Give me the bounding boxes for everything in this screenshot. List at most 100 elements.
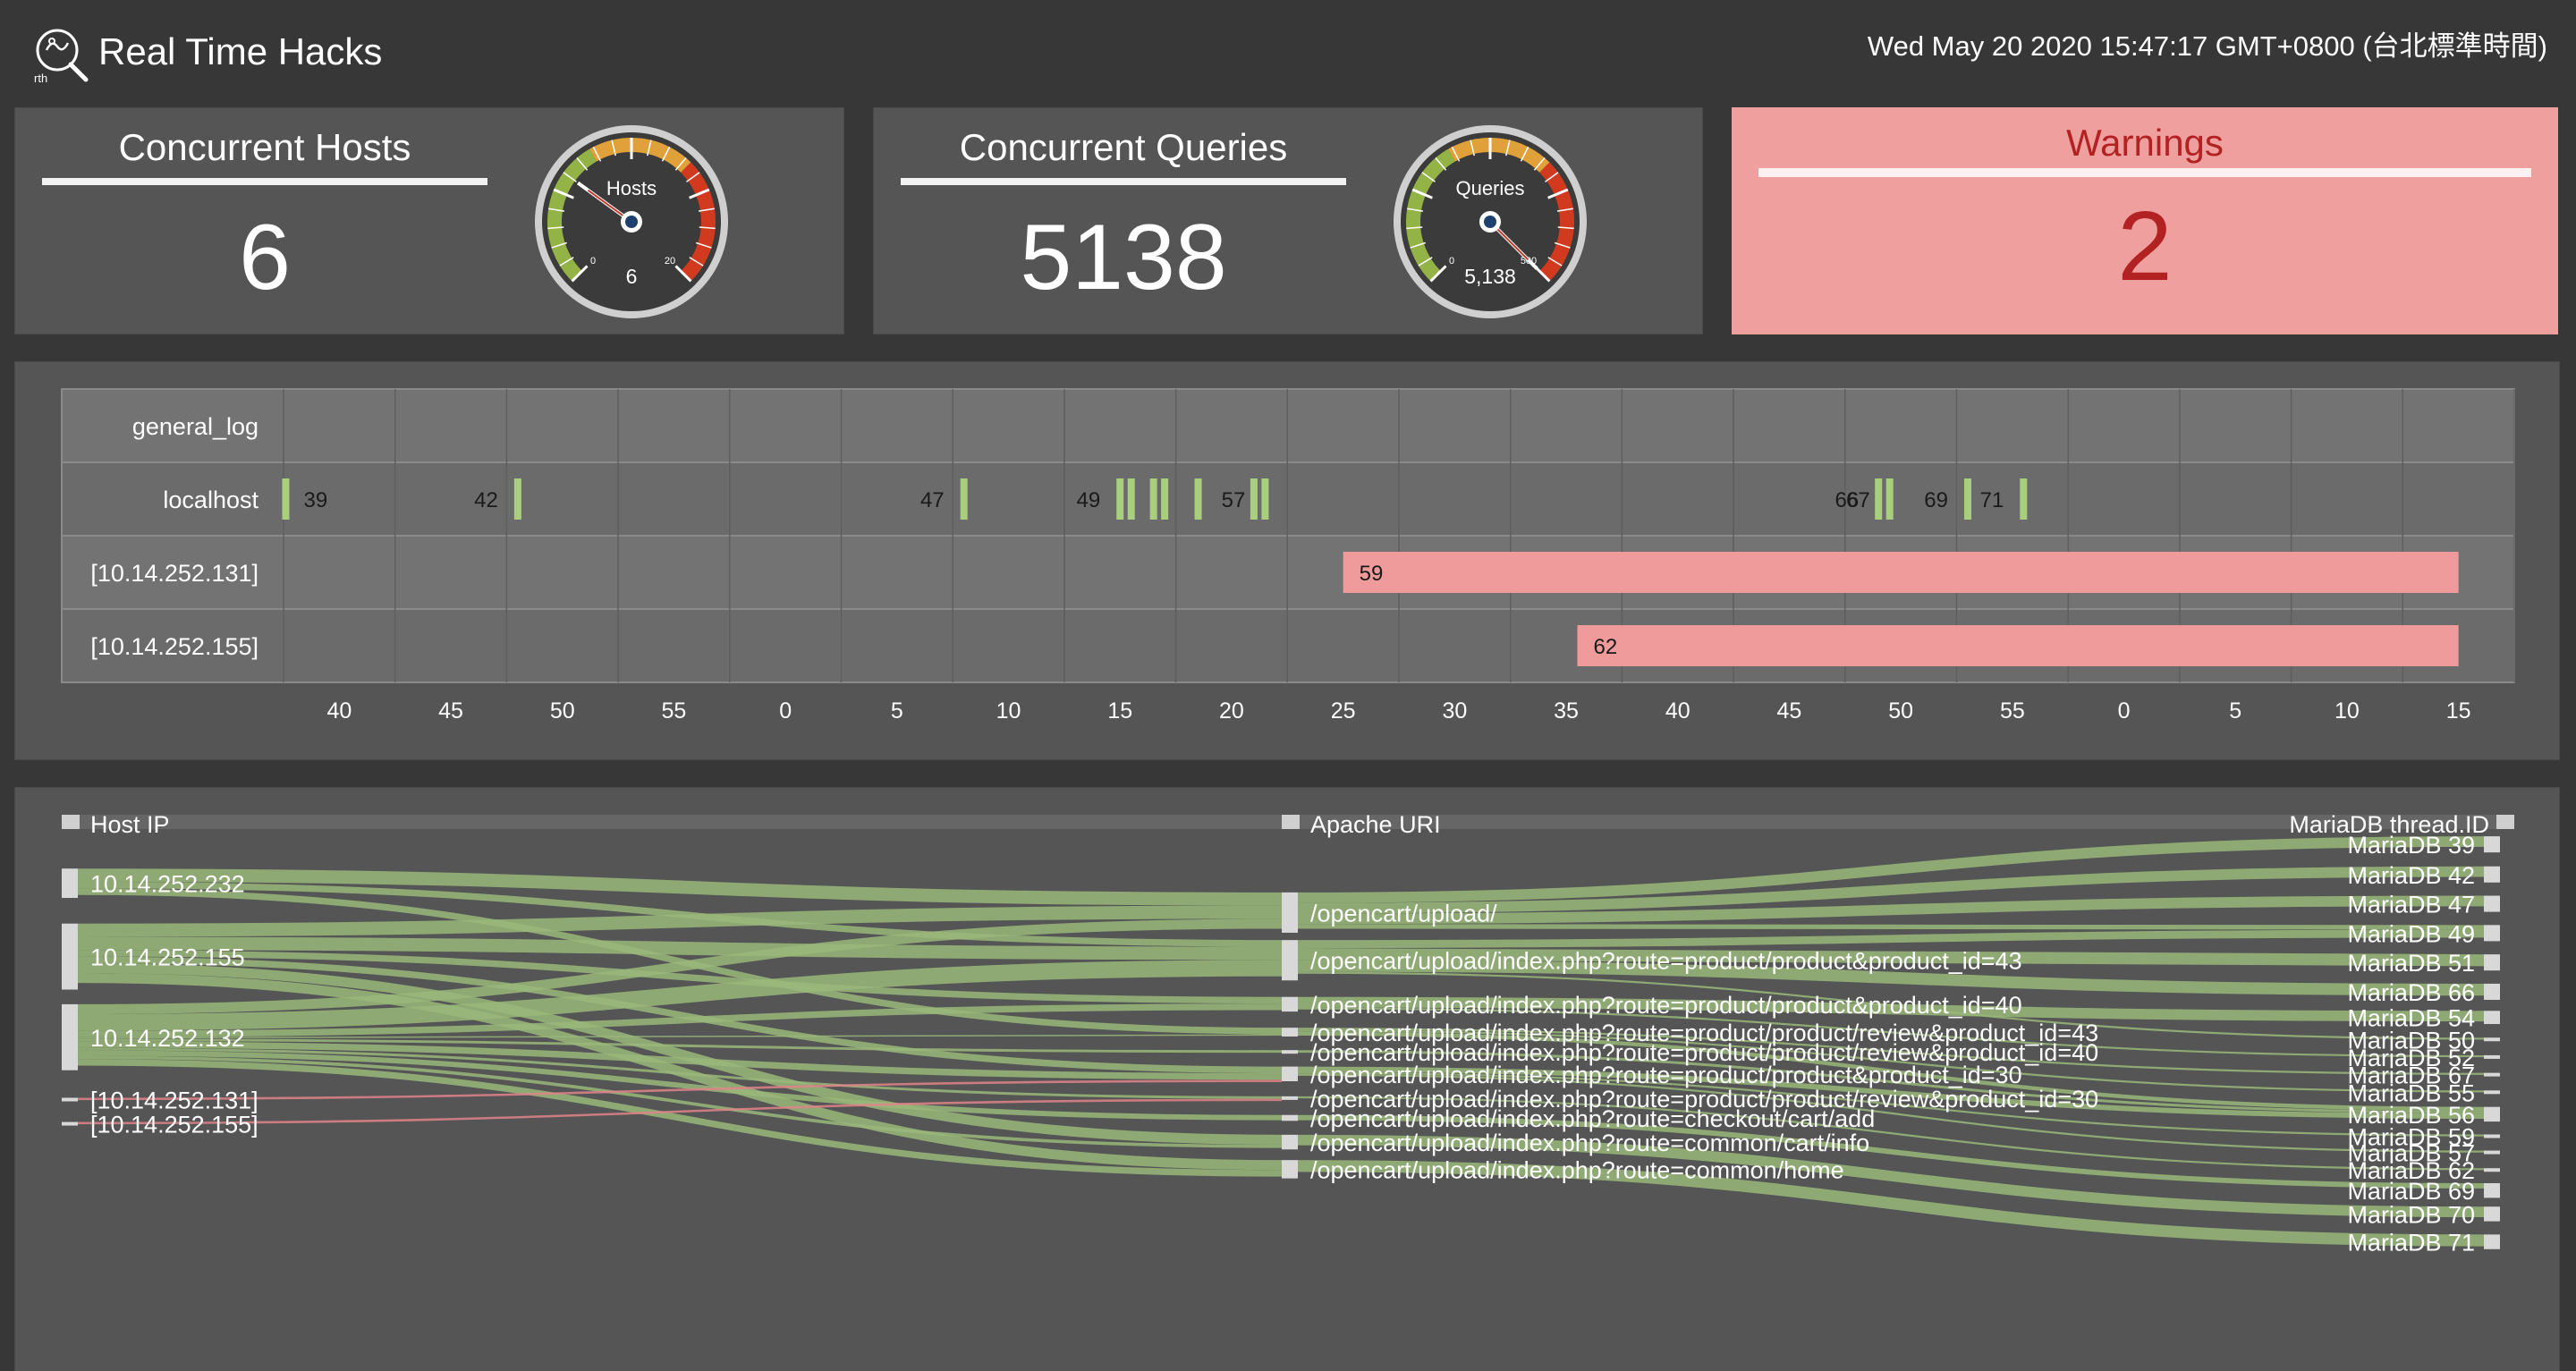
concurrent-queries-value: 5138	[1020, 206, 1227, 309]
event-marker[interactable]	[1116, 478, 1124, 520]
sankey-node[interactable]	[2484, 866, 2500, 883]
timeline-axis-tick: 35	[1554, 698, 1579, 724]
sankey-node[interactable]	[2484, 1037, 2500, 1042]
datetime-clock: Wed May 20 2020 15:47:17 GMT+0800 (台北標準時…	[1867, 30, 2547, 62]
sankey-node[interactable]	[2484, 895, 2500, 912]
sankey-node[interactable]	[2484, 1234, 2500, 1249]
sankey-node-label: /opencart/upload/	[1310, 900, 1497, 927]
gauge-label: Hosts	[606, 177, 657, 199]
sankey-node[interactable]	[62, 923, 78, 990]
event-label: 69	[1924, 488, 1948, 512]
timeline-row-label: localhost	[163, 487, 258, 513]
concurrent-queries-card: Concurrent Queries 5138 Queries05005,138	[873, 107, 1703, 334]
sankey-node[interactable]	[1282, 1114, 1298, 1121]
sankey-column-header: Apache URI	[1310, 811, 1441, 838]
sankey-node[interactable]	[2484, 1168, 2500, 1172]
sankey-node[interactable]	[2484, 1054, 2500, 1059]
sankey-node[interactable]	[2484, 836, 2500, 853]
sankey-node[interactable]	[2484, 1182, 2500, 1198]
event-marker[interactable]	[1261, 478, 1269, 520]
concurrent-hosts-value: 6	[239, 206, 291, 309]
timeline-axis-tick: 30	[1442, 698, 1467, 724]
event-marker[interactable]	[1194, 478, 1202, 520]
sankey-node[interactable]	[2484, 954, 2500, 971]
gauge-min-label: 0	[1449, 256, 1454, 267]
timeline-row-label: [10.14.252.155]	[90, 633, 258, 660]
timeline-axis-tick: 55	[662, 698, 687, 724]
warnings-count: 2	[2117, 191, 2173, 301]
sankey-node[interactable]	[2484, 1134, 2500, 1138]
sankey-node-label: /opencart/upload/index.php?route=checkou…	[1310, 1105, 1875, 1132]
query-bar-label: 62	[1594, 635, 1618, 659]
sankey-node[interactable]	[2484, 1072, 2500, 1077]
dashboard: rth Real Time Hacks Wed May 20 2020 15:4…	[0, 0, 2576, 1371]
timeline-axis-tick: 25	[1331, 698, 1356, 724]
event-marker[interactable]	[2020, 478, 2028, 520]
warnings-card[interactable]: Warnings 2	[1732, 107, 2558, 334]
event-marker[interactable]	[960, 478, 968, 520]
sankey-node[interactable]	[1282, 996, 1298, 1012]
sankey-node[interactable]	[62, 1003, 78, 1071]
timeline-axis-tick: 10	[996, 698, 1021, 724]
timeline-axis-tick: 15	[2446, 698, 2471, 724]
timeline-chart[interactable]: general_log localhost [10.14.252.131] [10.1…	[15, 362, 2561, 761]
sankey-node[interactable]	[1282, 1050, 1298, 1054]
sankey-node-label: [10.14.252.155]	[90, 1112, 258, 1138]
gauge-value-label: 5,138	[1464, 265, 1516, 288]
sankey-node[interactable]	[62, 1097, 78, 1102]
event-marker[interactable]	[1161, 478, 1169, 520]
sankey-header-marker	[62, 815, 80, 829]
timeline-row-label: general_log	[132, 413, 258, 440]
sankey-column-header: Host IP	[90, 811, 170, 838]
timeline-axis-tick: 20	[1219, 698, 1244, 724]
sankey-node[interactable]	[2484, 1090, 2500, 1095]
sankey-panel: Host IP Apache URI MariaDB thread.ID 10.14.…	[14, 787, 2560, 1371]
sankey-node[interactable]	[1282, 1134, 1298, 1150]
sankey-node[interactable]	[1282, 1096, 1298, 1100]
sankey-node[interactable]	[2484, 1011, 2500, 1025]
sankey-node[interactable]	[1282, 892, 1298, 933]
sankey-node[interactable]	[1282, 940, 1298, 981]
title-divider	[901, 178, 1346, 185]
event-marker[interactable]	[1963, 478, 1971, 520]
sankey-node-label: /opencart/upload/index.php?route=product…	[1310, 1062, 2022, 1088]
event-label: 42	[474, 488, 498, 512]
sankey-node-label: MariaDB 47	[2347, 892, 2475, 918]
timeline-axis-tick: 50	[550, 698, 575, 724]
sankey-node[interactable]	[2484, 1150, 2500, 1155]
event-marker[interactable]	[1127, 478, 1135, 520]
event-marker[interactable]	[1149, 478, 1157, 520]
event-label: 67	[1846, 488, 1870, 512]
timeline-axis-tick: 5	[2229, 698, 2241, 724]
sankey-node-label: MariaDB 42	[2347, 862, 2475, 889]
sankey-node[interactable]	[62, 1121, 78, 1126]
header: rth Real Time Hacks Wed May 20 2020 15:4…	[0, 0, 2576, 100]
sankey-node[interactable]	[1282, 1066, 1298, 1081]
sankey-node[interactable]	[2484, 1106, 2500, 1122]
timeline-axis-tick: 10	[2334, 698, 2360, 724]
sankey-diagram[interactable]: Host IP Apache URI MariaDB thread.ID10.14.…	[15, 788, 2560, 1371]
gauge-label: Queries	[1455, 177, 1524, 199]
gauge-max-label: 20	[665, 256, 675, 267]
queries-gauge: Queries05005,138	[1394, 125, 1587, 318]
sankey-node[interactable]	[1282, 1160, 1298, 1179]
timeline-axis-tick: 45	[1777, 698, 1802, 724]
sankey-node[interactable]	[2484, 1206, 2500, 1222]
hosts-gauge: Hosts 0 20 6	[535, 125, 728, 318]
sankey-node[interactable]	[2484, 983, 2500, 1000]
sankey-node[interactable]	[1282, 1028, 1298, 1037]
query-bar[interactable]	[1577, 625, 2459, 666]
event-marker[interactable]	[282, 478, 290, 520]
sankey-node[interactable]	[2484, 925, 2500, 942]
event-marker[interactable]	[1250, 478, 1258, 520]
query-bar[interactable]	[1343, 552, 2459, 593]
event-marker[interactable]	[513, 478, 521, 520]
sankey-node[interactable]	[62, 868, 78, 898]
query-bar-label: 59	[1360, 562, 1384, 586]
event-marker[interactable]	[1885, 478, 1894, 520]
app-title: Real Time Hacks	[98, 30, 383, 72]
sankey-link[interactable]	[1297, 929, 2485, 949]
event-marker[interactable]	[1875, 478, 1883, 520]
sankey-node-label: /opencart/upload/index.php?route=product…	[1310, 992, 2022, 1019]
sankey-node-label: /opencart/upload/index.php?route=product…	[1310, 948, 2022, 975]
